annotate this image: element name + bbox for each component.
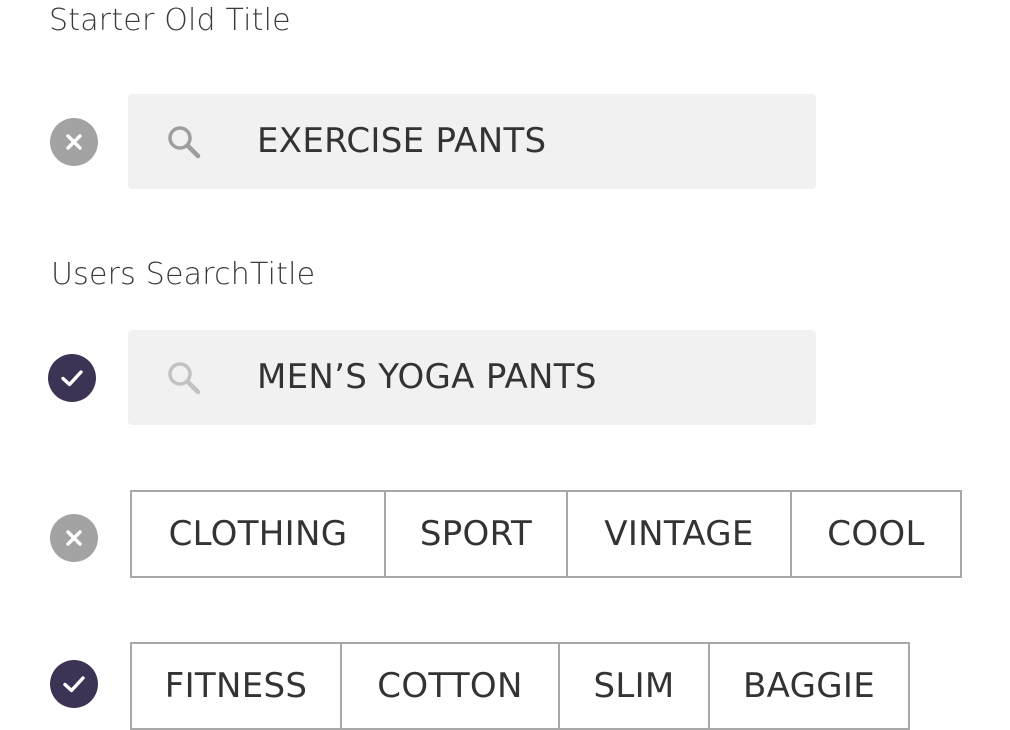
search-query-text: EXERCISE PANTS (257, 121, 547, 161)
tag-chip[interactable]: SLIM (560, 644, 710, 728)
users-search-title-heading: Users SearchTitle (51, 257, 316, 292)
search-query-box[interactable]: MEN’S YOGA PANTS (128, 330, 816, 425)
tag-chip[interactable]: FITNESS (132, 644, 342, 728)
reject-status-button[interactable] (50, 514, 98, 562)
reject-status-button[interactable] (50, 118, 98, 166)
check-icon (63, 676, 85, 693)
starter-old-title-heading: Starter Old Title (49, 3, 291, 38)
search-query-text: MEN’S YOGA PANTS (257, 357, 597, 397)
search-icon (168, 362, 201, 395)
search-icon (168, 126, 201, 159)
tag-chip[interactable]: BAGGIE (710, 644, 908, 728)
tag-group-rejected: CLOTHING SPORT VINTAGE COOL (130, 490, 962, 578)
tag-chip[interactable]: COOL (792, 492, 960, 576)
accept-status-button[interactable] (50, 660, 98, 708)
tag-group-accepted: FITNESS COTTON SLIM BAGGIE (130, 642, 910, 730)
check-icon (61, 370, 83, 387)
close-icon (66, 134, 82, 150)
tag-chip[interactable]: COTTON (342, 644, 560, 728)
tag-chip[interactable]: VINTAGE (568, 492, 792, 576)
search-title-review-page: Starter Old Title EXERCISE PANTS Users S… (0, 0, 1010, 730)
close-icon (66, 530, 82, 546)
tag-chip[interactable]: CLOTHING (132, 492, 386, 576)
tag-chip[interactable]: SPORT (386, 492, 568, 576)
accept-status-button[interactable] (48, 354, 96, 402)
search-query-box[interactable]: EXERCISE PANTS (128, 94, 816, 189)
